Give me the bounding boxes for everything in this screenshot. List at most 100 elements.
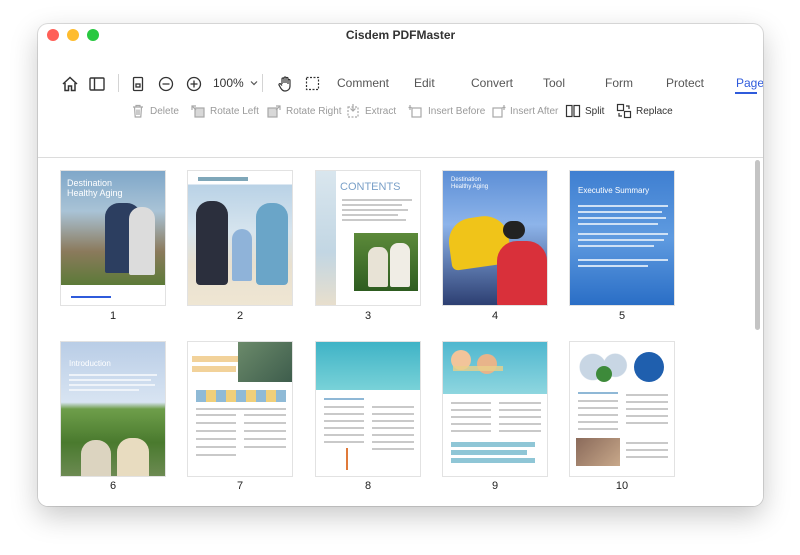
page-7-text-line xyxy=(196,408,286,410)
page-5-text-line xyxy=(578,239,664,241)
split-button[interactable]: Split xyxy=(565,103,604,119)
page-10-text-line xyxy=(578,428,618,430)
page-5-heading: Executive Summary xyxy=(578,186,650,195)
tab-form[interactable]: Form xyxy=(605,76,633,90)
zoom-select[interactable]: 100% xyxy=(213,76,259,90)
delete-button[interactable]: Delete xyxy=(130,103,179,119)
insert-before-button[interactable]: Insert Before xyxy=(408,103,485,119)
page-view-icon[interactable] xyxy=(128,74,148,94)
page-3-text-line xyxy=(342,204,402,206)
page-10-circle-blue xyxy=(634,352,664,382)
close-window-button[interactable] xyxy=(47,29,59,41)
page-thumbnail-3[interactable]: CONTENTS xyxy=(315,170,421,306)
rotate-left-icon xyxy=(191,105,205,118)
page-thumbnail-5[interactable]: Executive Summary xyxy=(569,170,675,306)
insert-before-label: Insert Before xyxy=(428,105,486,117)
rotate-right-button[interactable]: Rotate Right xyxy=(266,103,342,119)
page-7-text-line xyxy=(196,414,236,416)
page-number-4: 4 xyxy=(491,310,499,322)
page-thumbnail-10[interactable] xyxy=(569,341,675,477)
page-9-text-line xyxy=(451,409,491,411)
rotate-left-label: Rotate Left xyxy=(210,105,259,117)
page-thumbnail-4[interactable]: Destination Healthy Aging xyxy=(442,170,548,306)
tab-edit[interactable]: Edit xyxy=(414,76,435,90)
page-number-2: 2 xyxy=(236,310,244,322)
page-thumbnail-7[interactable] xyxy=(187,341,293,477)
zoom-in-icon[interactable] xyxy=(184,74,204,94)
replace-button[interactable]: Replace xyxy=(616,103,673,119)
page-number-10: 10 xyxy=(615,480,629,492)
page-8-text-line xyxy=(324,413,364,415)
vertical-scrollbar[interactable] xyxy=(755,160,760,330)
page-3-text-line xyxy=(342,209,408,211)
page-3-text-line xyxy=(342,214,398,216)
page-6-text-line xyxy=(69,379,151,381)
insert-after-label: Insert After xyxy=(510,105,559,117)
insert-after-button[interactable]: Insert After xyxy=(490,103,558,119)
toolbar-separator xyxy=(262,74,263,92)
page-9-text-line xyxy=(451,416,491,418)
selection-icon[interactable] xyxy=(303,74,323,94)
page-10-text-line xyxy=(626,442,668,444)
extract-label: Extract xyxy=(365,105,397,117)
page-9-text-line xyxy=(451,423,491,425)
page-9-text-line xyxy=(499,423,541,425)
page-thumbnail-8[interactable] xyxy=(315,341,421,477)
page-7-highlight xyxy=(192,366,236,372)
page-6-photo-person xyxy=(117,438,149,476)
page-9-highlight xyxy=(453,366,503,371)
page-number-9: 9 xyxy=(491,480,499,492)
extract-icon xyxy=(347,104,359,118)
minimize-window-button[interactable] xyxy=(67,29,79,41)
page-5-text-line xyxy=(578,223,658,225)
delete-label: Delete xyxy=(150,105,179,117)
insert-before-icon xyxy=(408,105,422,118)
page-6-heading: Introduction xyxy=(69,359,111,368)
page-6-text-line xyxy=(69,374,157,376)
tab-protect[interactable]: Protect xyxy=(666,76,704,90)
tab-convert[interactable]: Convert xyxy=(471,76,513,90)
page-thumbnail-grid: Destination Healthy Aging 1 2 CONTENTS 3… xyxy=(38,158,763,506)
tab-tool[interactable]: Tool xyxy=(543,76,565,90)
page-8-accent-bar xyxy=(346,448,348,470)
hand-icon[interactable] xyxy=(275,74,295,94)
page-7-text-line xyxy=(196,446,236,448)
page-10-photo xyxy=(576,438,620,466)
page-10-text-line xyxy=(626,456,668,458)
page-thumbnail-9[interactable] xyxy=(442,341,548,477)
page-6-text-line xyxy=(69,384,155,386)
page-7-highlight xyxy=(192,356,242,362)
page-8-text-line xyxy=(324,406,364,408)
page-8-text-line xyxy=(324,427,364,429)
page-9-text-line xyxy=(451,402,491,404)
page-10-text-line xyxy=(626,449,668,451)
page-10-circle-green xyxy=(596,366,612,382)
page-8-text-line xyxy=(372,420,414,422)
page-thumbnail-6[interactable]: Introduction xyxy=(60,341,166,477)
page-7-text-line xyxy=(244,446,286,448)
page-7-text-line xyxy=(196,422,236,424)
extract-button[interactable]: Extract xyxy=(345,103,396,119)
page-4-photo-helmet xyxy=(503,221,525,239)
rotate-left-button[interactable]: Rotate Left xyxy=(190,103,259,119)
tab-comment[interactable]: Comment xyxy=(337,76,389,90)
title-bar: Cisdem PDFMaster xyxy=(38,24,763,46)
replace-icon xyxy=(616,103,632,119)
page-thumbnail-2[interactable] xyxy=(187,170,293,306)
home-icon[interactable] xyxy=(60,74,80,94)
split-label: Split xyxy=(585,105,605,117)
page-number-3: 3 xyxy=(364,310,372,322)
page-thumbnail-1[interactable]: Destination Healthy Aging xyxy=(60,170,166,306)
page-2-photo-person xyxy=(256,203,288,285)
page-number-8: 8 xyxy=(364,480,372,492)
page-8-text-line xyxy=(324,441,364,443)
maximize-window-button[interactable] xyxy=(87,29,99,41)
page-9-text-line xyxy=(499,402,541,404)
sidebar-icon[interactable] xyxy=(87,74,107,94)
page-7-text-line xyxy=(244,422,286,424)
window-controls xyxy=(47,29,99,41)
page-8-text-line xyxy=(372,448,414,450)
zoom-out-icon[interactable] xyxy=(156,74,176,94)
page-3-text-line xyxy=(342,199,412,201)
tab-page[interactable]: Page xyxy=(736,76,763,90)
